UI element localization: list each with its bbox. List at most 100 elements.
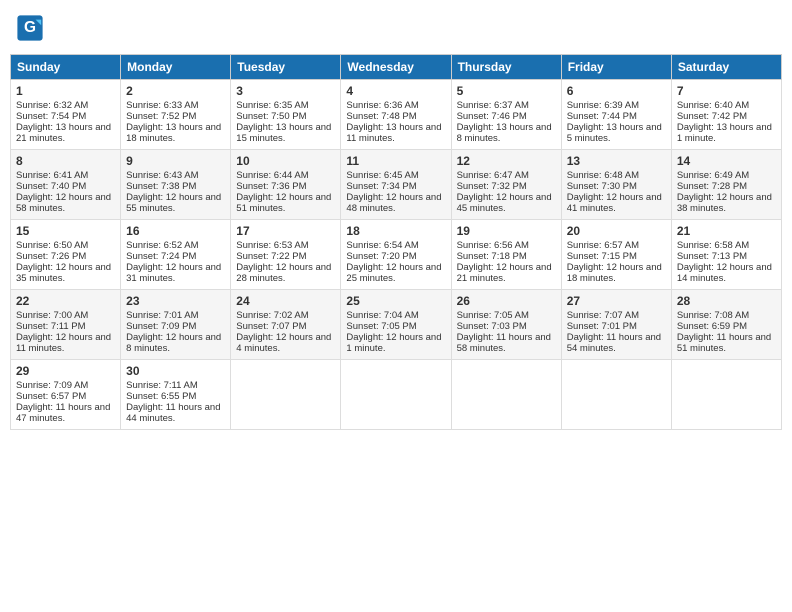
day-number: 1: [16, 84, 115, 98]
sunrise-text: Sunrise: 6:50 AM: [16, 240, 88, 251]
sunrise-text: Sunrise: 6:45 AM: [346, 170, 418, 181]
sunset-text: Sunset: 7:38 PM: [126, 181, 196, 192]
day-number: 9: [126, 154, 225, 168]
daylight-text: Daylight: 11 hours and 54 minutes.: [567, 332, 661, 354]
day-number: 3: [236, 84, 335, 98]
calendar-cell: 2 Sunrise: 6:33 AMSunset: 7:52 PMDaylight…: [121, 80, 231, 150]
sunrise-text: Sunrise: 6:32 AM: [16, 100, 88, 111]
daylight-text: Daylight: 12 hours and 41 minutes.: [567, 192, 662, 214]
weekday-header-wednesday: Wednesday: [341, 55, 451, 80]
sunrise-text: Sunrise: 6:58 AM: [677, 240, 749, 251]
day-number: 26: [457, 294, 556, 308]
day-number: 2: [126, 84, 225, 98]
sunset-text: Sunset: 7:36 PM: [236, 181, 306, 192]
day-number: 7: [677, 84, 776, 98]
calendar-cell: 13Sunrise: 6:48 AMSunset: 7:30 PMDayligh…: [561, 150, 671, 220]
day-number: 28: [677, 294, 776, 308]
daylight-text: Daylight: 12 hours and 25 minutes.: [346, 262, 441, 284]
calendar-cell: 30Sunrise: 7:11 AMSunset: 6:55 PMDayligh…: [121, 360, 231, 430]
sunrise-text: Sunrise: 6:35 AM: [236, 100, 308, 111]
calendar-cell: 15Sunrise: 6:50 AMSunset: 7:26 PMDayligh…: [11, 220, 121, 290]
sunrise-text: Sunrise: 7:00 AM: [16, 310, 88, 321]
daylight-text: Daylight: 12 hours and 51 minutes.: [236, 192, 331, 214]
day-number: 10: [236, 154, 335, 168]
calendar-cell: [341, 360, 451, 430]
calendar-header: G: [10, 10, 782, 46]
sunrise-text: Sunrise: 6:37 AM: [457, 100, 529, 111]
day-number: 19: [457, 224, 556, 238]
sunrise-text: Sunrise: 6:44 AM: [236, 170, 308, 181]
sunset-text: Sunset: 7:13 PM: [677, 251, 747, 262]
sunset-text: Sunset: 7:30 PM: [567, 181, 637, 192]
sunset-text: Sunset: 7:52 PM: [126, 111, 196, 122]
calendar-cell: 21Sunrise: 6:58 AMSunset: 7:13 PMDayligh…: [671, 220, 781, 290]
calendar-cell: 6Sunrise: 6:39 AMSunset: 7:44 PMDaylight…: [561, 80, 671, 150]
day-number: 15: [16, 224, 115, 238]
calendar-cell: 4Sunrise: 6:36 AMSunset: 7:48 PMDaylight…: [341, 80, 451, 150]
calendar-cell: [561, 360, 671, 430]
sunrise-text: Sunrise: 6:43 AM: [126, 170, 198, 181]
day-number: 25: [346, 294, 445, 308]
weekday-header-sunday: Sunday: [11, 55, 121, 80]
calendar-cell: 10 Sunrise: 6:44 AMSunset: 7:36 PMDayligh…: [231, 150, 341, 220]
sunrise-text: Sunrise: 7:05 AM: [457, 310, 529, 321]
calendar-cell: 24Sunrise: 7:02 AMSunset: 7:07 PMDayligh…: [231, 290, 341, 360]
sunset-text: Sunset: 7:20 PM: [346, 251, 416, 262]
sunrise-text: Sunrise: 6:48 AM: [567, 170, 639, 181]
daylight-text: Daylight: 12 hours and 8 minutes.: [126, 332, 221, 354]
week-row-4: 22 Sunrise: 7:00 AMSunset: 7:11 PM Dayligh…: [11, 290, 782, 360]
daylight-text: Daylight: 13 hours and 21 minutes.: [16, 122, 111, 144]
logo: G: [16, 14, 46, 42]
sunrise-text: Sunrise: 6:53 AM: [236, 240, 308, 251]
day-number: 6: [567, 84, 666, 98]
calendar-cell: 12Sunrise: 6:47 AMSunset: 7:32 PMDayligh…: [451, 150, 561, 220]
day-number: 30: [126, 364, 225, 378]
daylight-text: Daylight: 12 hours and 35 minutes.: [16, 262, 111, 284]
day-number: 29: [16, 364, 115, 378]
sunrise-text: Sunrise: 6:33 AM: [126, 100, 198, 111]
daylight-text: Daylight: 12 hours and 48 minutes.: [346, 192, 441, 214]
daylight-text: Daylight: 13 hours and 18 minutes.: [126, 122, 221, 144]
day-number: 23: [126, 294, 225, 308]
sunset-text: Sunset: 6:55 PM: [126, 391, 196, 402]
calendar-cell: 14Sunrise: 6:49 AMSunset: 7:28 PMDayligh…: [671, 150, 781, 220]
sunrise-text: Sunrise: 7:02 AM: [236, 310, 308, 321]
calendar-cell: 1Sunrise: 6:32 AMSunset: 7:54 PMDaylight…: [11, 80, 121, 150]
logo-icon: G: [16, 14, 44, 42]
sunrise-text: Sunrise: 6:41 AM: [16, 170, 88, 181]
day-number: 27: [567, 294, 666, 308]
sunrise-text: Sunrise: 6:56 AM: [457, 240, 529, 251]
day-number: 5: [457, 84, 556, 98]
daylight-text: Daylight: 12 hours and 58 minutes.: [16, 192, 111, 214]
calendar-cell: 23Sunrise: 7:01 AMSunset: 7:09 PMDayligh…: [121, 290, 231, 360]
daylight-text: Daylight: 13 hours and 11 minutes.: [346, 122, 441, 144]
day-number: 18: [346, 224, 445, 238]
sunset-text: Sunset: 7:34 PM: [346, 181, 416, 192]
calendar-cell: 11Sunrise: 6:45 AMSunset: 7:34 PMDayligh…: [341, 150, 451, 220]
week-row-2: 8Sunrise: 6:41 AMSunset: 7:40 PMDaylight…: [11, 150, 782, 220]
sunrise-text: Sunrise: 7:11 AM: [126, 380, 198, 391]
calendar-cell: 19Sunrise: 6:56 AMSunset: 7:18 PMDayligh…: [451, 220, 561, 290]
weekday-header-saturday: Saturday: [671, 55, 781, 80]
calendar-cell: 22Sunrise: 7:00 AMSunset: 7:11 PMDayligh…: [11, 290, 121, 360]
sunset-text: Sunset: 7:11 PM: [16, 321, 86, 332]
daylight-text: Daylight: 12 hours and 21 minutes.: [457, 262, 552, 284]
sunrise-text: Sunrise: 6:47 AM: [457, 170, 529, 181]
sunset-text: Sunset: 7:15 PM: [567, 251, 637, 262]
calendar-cell: 18Sunrise: 6:54 AMSunset: 7:20 PMDayligh…: [341, 220, 451, 290]
calendar-cell: 27Sunrise: 7:07 AMSunset: 7:01 PMDayligh…: [561, 290, 671, 360]
sunrise-text: Sunrise: 6:57 AM: [567, 240, 639, 251]
sunrise-text: Sunrise: 7:07 AM: [567, 310, 639, 321]
daylight-text: Daylight: 13 hours and 1 minute.: [677, 122, 772, 144]
sunset-text: Sunset: 7:07 PM: [236, 321, 306, 332]
weekday-header-row: SundayMondayTuesdayWednesdayThursdayFrid…: [11, 55, 782, 80]
day-number: 22: [16, 294, 115, 308]
calendar-cell: 20Sunrise: 6:57 AMSunset: 7:15 PMDayligh…: [561, 220, 671, 290]
day-number: 14: [677, 154, 776, 168]
day-number: 8: [16, 154, 115, 168]
sunset-text: Sunset: 6:57 PM: [16, 391, 86, 402]
sunrise-text: Sunrise: 7:08 AM: [677, 310, 749, 321]
calendar-cell: 8Sunrise: 6:41 AMSunset: 7:40 PMDaylight…: [11, 150, 121, 220]
daylight-text: Daylight: 12 hours and 14 minutes.: [677, 262, 772, 284]
calendar-cell: [231, 360, 341, 430]
